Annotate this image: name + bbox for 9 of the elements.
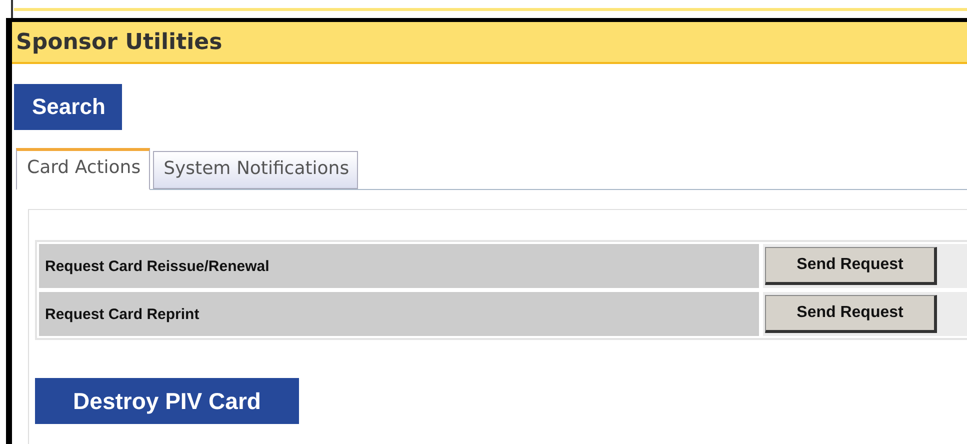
tab[interactable]: Card Actions xyxy=(16,148,150,190)
tab[interactable]: System Notifications xyxy=(152,151,358,189)
page-title: Sponsor Utilities xyxy=(16,30,222,54)
action-label: Request Card Reissue/Renewal xyxy=(39,244,759,288)
search-button[interactable]: Search xyxy=(14,84,122,130)
action-label: Request Card Reprint xyxy=(39,292,759,336)
send-request-button[interactable]: Send Request xyxy=(765,247,937,285)
send-request-button[interactable]: Send Request xyxy=(765,295,937,333)
destroy-card-button[interactable]: Destroy PIV Card xyxy=(35,378,299,424)
